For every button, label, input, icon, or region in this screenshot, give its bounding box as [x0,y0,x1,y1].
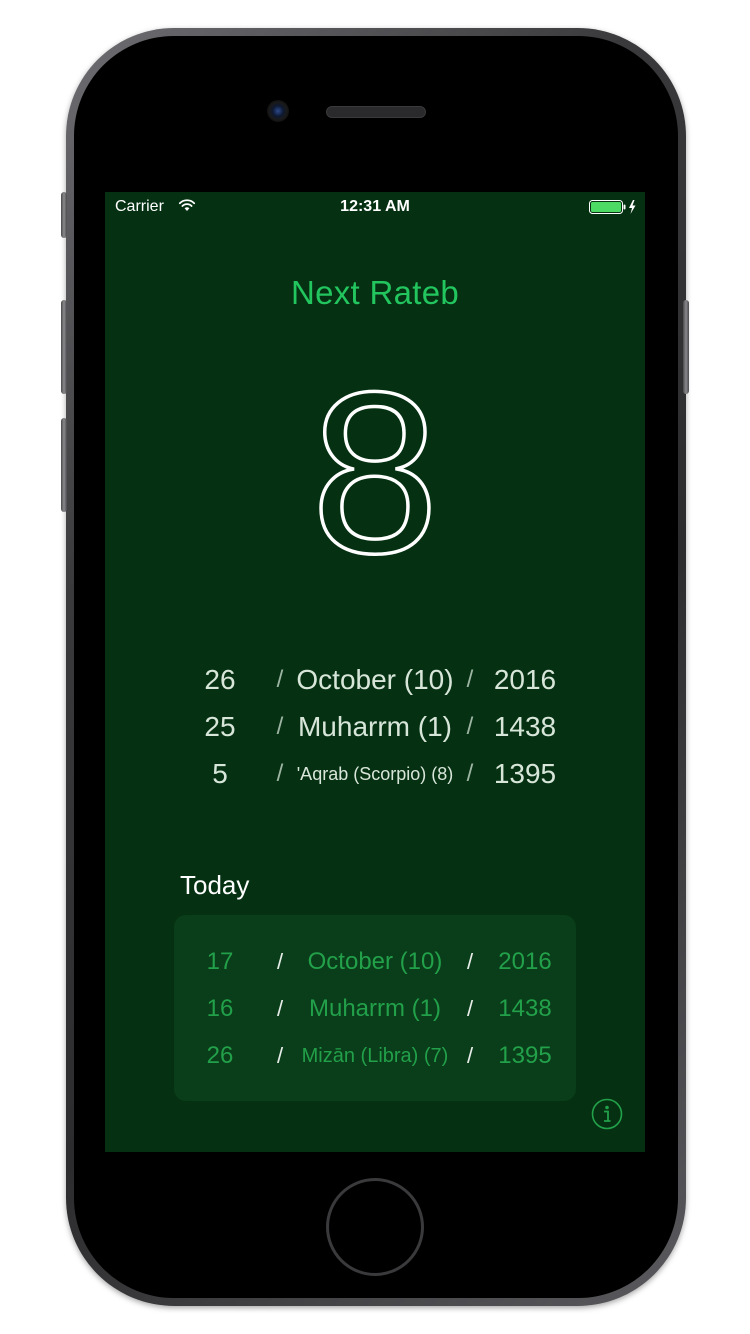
volume-up-button [61,300,67,394]
hijri-date-row: 25 / Muharrm (1) / 1438 [105,707,645,747]
solar-hijri-date-row: 5 / 'Aqrab (Scorpio) (8) / 1395 [105,754,645,794]
status-time: 12:31 AM [340,198,410,215]
earpiece-speaker [326,106,426,118]
status-bar: Carrier 12:31 AM [105,192,645,222]
countdown-digit-text: 8 [311,370,439,570]
date-separator: / [466,996,474,1021]
today-label: Today [180,870,250,900]
date-separator: / [276,949,284,974]
month-value: 'Aqrab (Scorpio) (8) [296,764,454,784]
month-value: October (10) [307,948,443,975]
date-separator: / [466,666,474,693]
hijri-date-row: 16 / Muharrm (1) / 1438 [105,989,645,1029]
year-value: 1438 [498,995,552,1022]
gregorian-date-row: 17 / October (10) / 2016 [105,942,645,982]
day-value: 25 [204,711,236,742]
month-value: October (10) [296,664,454,695]
date-separator: / [276,666,284,693]
month-value: Muharrm (1) [297,711,452,742]
date-separator: / [466,1043,474,1068]
page-title: Next Rateb [290,274,460,311]
volume-down-button [61,418,67,512]
day-value: 16 [206,995,234,1022]
gregorian-date-row: 26 / October (10) / 2016 [105,660,645,700]
home-button[interactable] [326,1178,424,1276]
solar-hijri-date-row: 26 / Mizān (Libra) (7) / 1395 [105,1036,645,1076]
battery-charging-icon [589,200,636,214]
day-value: 26 [206,1042,234,1069]
month-value: Mizān (Libra) (7) [301,1045,449,1067]
date-separator: / [276,760,284,787]
date-separator: / [466,949,474,974]
month-value: Muharrm (1) [308,995,441,1022]
date-separator: / [276,996,284,1021]
year-value: 1395 [498,1042,552,1069]
date-separator: / [466,760,474,787]
countdown-number: 8 [105,342,645,603]
date-separator: / [466,713,474,740]
year-value: 1395 [493,758,557,789]
countdown-digit: 8 [309,342,440,603]
info-icon[interactable] [591,1098,623,1130]
year-value: 2016 [498,948,552,975]
mute-switch [61,192,67,238]
year-value: 2016 [493,664,557,695]
date-separator: / [276,713,284,740]
day-value: 26 [204,664,236,695]
year-value: 1438 [493,711,557,742]
front-camera [267,100,289,122]
power-button [683,300,689,394]
day-value: 5 [212,758,228,789]
date-separator: / [276,1043,284,1068]
app-screen: Carrier 12:31 AM Next Rateb 8 26 / Octob… [105,192,645,1152]
day-value: 17 [206,948,234,975]
